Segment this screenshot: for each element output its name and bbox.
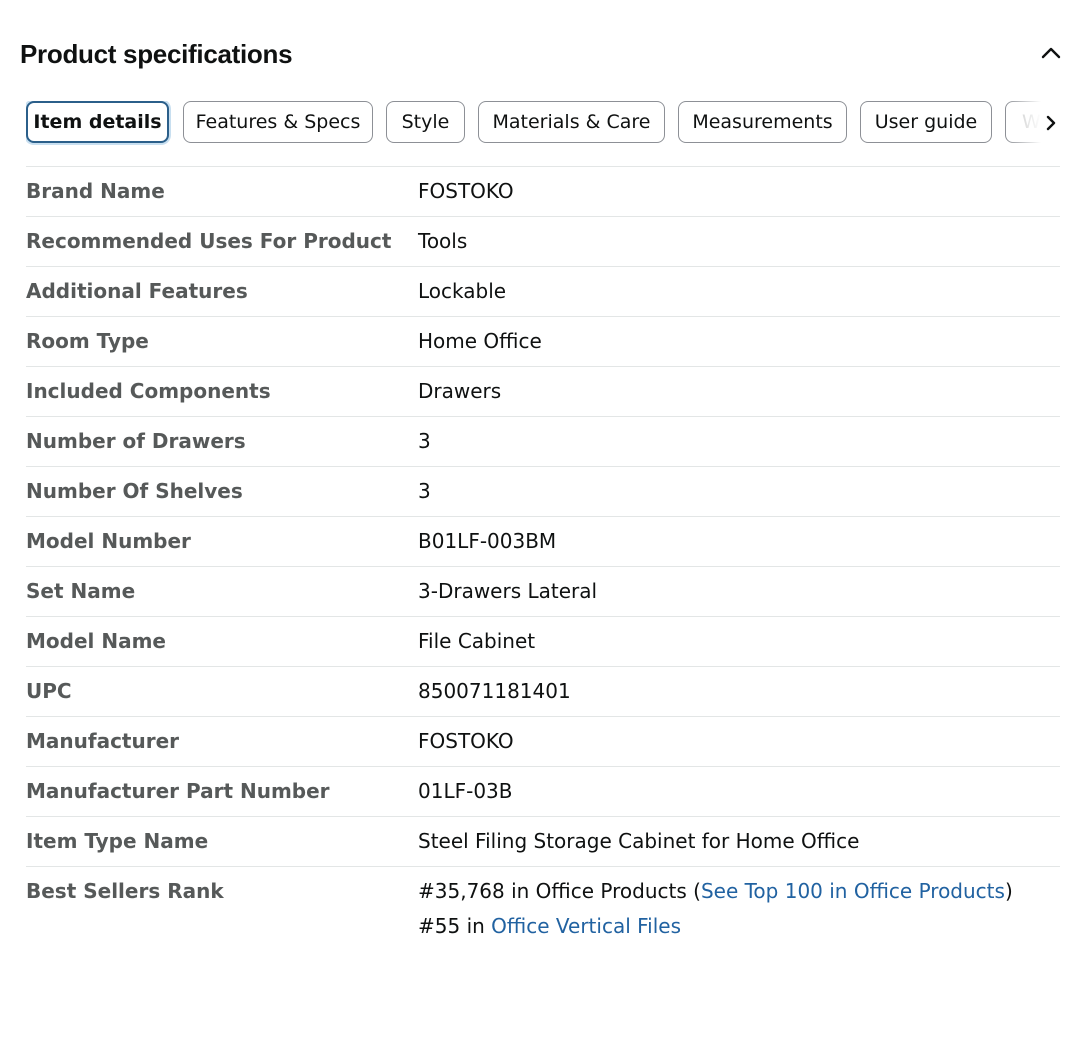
spec-row-set-name: Set Name 3-Drawers Lateral <box>26 566 1060 617</box>
spec-label: Number of Drawers <box>26 429 246 453</box>
spec-row-model-number: Model Number B01LF-003BM <box>26 516 1060 567</box>
spec-label: UPC <box>26 679 72 703</box>
spec-label: Set Name <box>26 579 136 603</box>
tab-style[interactable]: Style <box>386 101 465 143</box>
spec-label: Room Type <box>26 329 149 353</box>
spec-label: Model Number <box>26 529 191 553</box>
spec-row-manufacturer: Manufacturer FOSTOKO <box>26 716 1060 767</box>
spec-label: Item Type Name <box>26 829 209 853</box>
spec-label: Recommended Uses For Product <box>26 229 392 253</box>
spec-row-manufacturer-part-number: Manufacturer Part Number 01LF-03B <box>26 766 1060 817</box>
spec-value: 3-Drawers Lateral <box>418 579 598 603</box>
spec-row-number-of-drawers: Number of Drawers 3 <box>26 416 1060 467</box>
collapse-button[interactable] <box>1037 38 1065 66</box>
tab-measurements[interactable]: Measurements <box>678 101 847 143</box>
spec-row-number-of-shelves: Number Of Shelves 3 <box>26 466 1060 517</box>
spec-value: File Cabinet <box>418 629 536 653</box>
spec-row-included-components: Included Components Drawers <box>26 366 1060 417</box>
spec-row-model-name: Model Name File Cabinet <box>26 616 1060 667</box>
spec-value: #35,768 in Office Products (See Top 100 … <box>418 867 1060 952</box>
spec-row-recommended-uses: Recommended Uses For Product Tools <box>26 216 1060 267</box>
tab-materials-care[interactable]: Materials & Care <box>478 101 665 143</box>
spec-row-best-sellers-rank: Best Sellers Rank #35,768 in Office Prod… <box>26 866 1060 952</box>
spec-value: B01LF-003BM <box>418 529 557 553</box>
rank-line-vertical-files: #55 in Office Vertical Files <box>418 912 1060 941</box>
spec-label: Included Components <box>26 379 271 403</box>
spec-value: Home Office <box>418 329 542 353</box>
rank-text: #35,768 in Office Products ( <box>418 879 701 903</box>
chevron-up-icon <box>1041 47 1061 59</box>
rank-text: #55 in <box>418 914 492 938</box>
spec-value: FOSTOKO <box>418 729 514 753</box>
spec-label: Additional Features <box>26 279 248 303</box>
rank-line-office-products: #35,768 in Office Products (See Top 100 … <box>418 877 1060 906</box>
spec-row-upc: UPC 850071181401 <box>26 666 1060 717</box>
spec-label: Number Of Shelves <box>26 479 243 503</box>
chevron-right-icon <box>1046 115 1056 131</box>
spec-label: Manufacturer <box>26 729 180 753</box>
spec-value: FOSTOKO <box>418 179 514 203</box>
spec-row-brand-name: Brand Name FOSTOKO <box>26 166 1060 217</box>
tabs-next-button[interactable] <box>1042 112 1060 134</box>
rank-close-paren: ) <box>1004 879 1013 903</box>
office-vertical-files-link[interactable]: Office Vertical Files <box>491 914 681 938</box>
spec-label: Best Sellers Rank <box>26 879 224 903</box>
spec-value: Steel Filing Storage Cabinet for Home Of… <box>418 829 860 853</box>
top-100-office-link[interactable]: See Top 100 in Office Products <box>701 879 1005 903</box>
spec-value: Drawers <box>418 379 502 403</box>
spec-label: Model Name <box>26 629 166 653</box>
spec-row-item-type-name: Item Type Name Steel Filing Storage Cabi… <box>26 816 1060 867</box>
spec-value: 3 <box>418 429 431 453</box>
spec-row-room-type: Room Type Home Office <box>26 316 1060 367</box>
spec-tabs: Item details Features & Specs Style Mate… <box>26 101 1054 147</box>
tab-features-specs[interactable]: Features & Specs <box>183 101 373 143</box>
spec-label: Brand Name <box>26 179 165 203</box>
spec-row-additional-features: Additional Features Lockable <box>26 266 1060 317</box>
spec-value: Tools <box>418 229 468 253</box>
tab-item-details[interactable]: Item details <box>26 101 169 143</box>
spec-value: 01LF-03B <box>418 779 513 803</box>
section-header: Product specifications <box>20 36 1065 76</box>
spec-value: Lockable <box>418 279 507 303</box>
specs-table: Brand Name FOSTOKO Recommended Uses For … <box>26 166 1060 951</box>
spec-value: 850071181401 <box>418 679 571 703</box>
spec-value: 3 <box>418 479 431 503</box>
tab-user-guide[interactable]: User guide <box>860 101 992 143</box>
spec-label: Manufacturer Part Number <box>26 779 330 803</box>
section-title: Product specifications <box>20 39 293 69</box>
